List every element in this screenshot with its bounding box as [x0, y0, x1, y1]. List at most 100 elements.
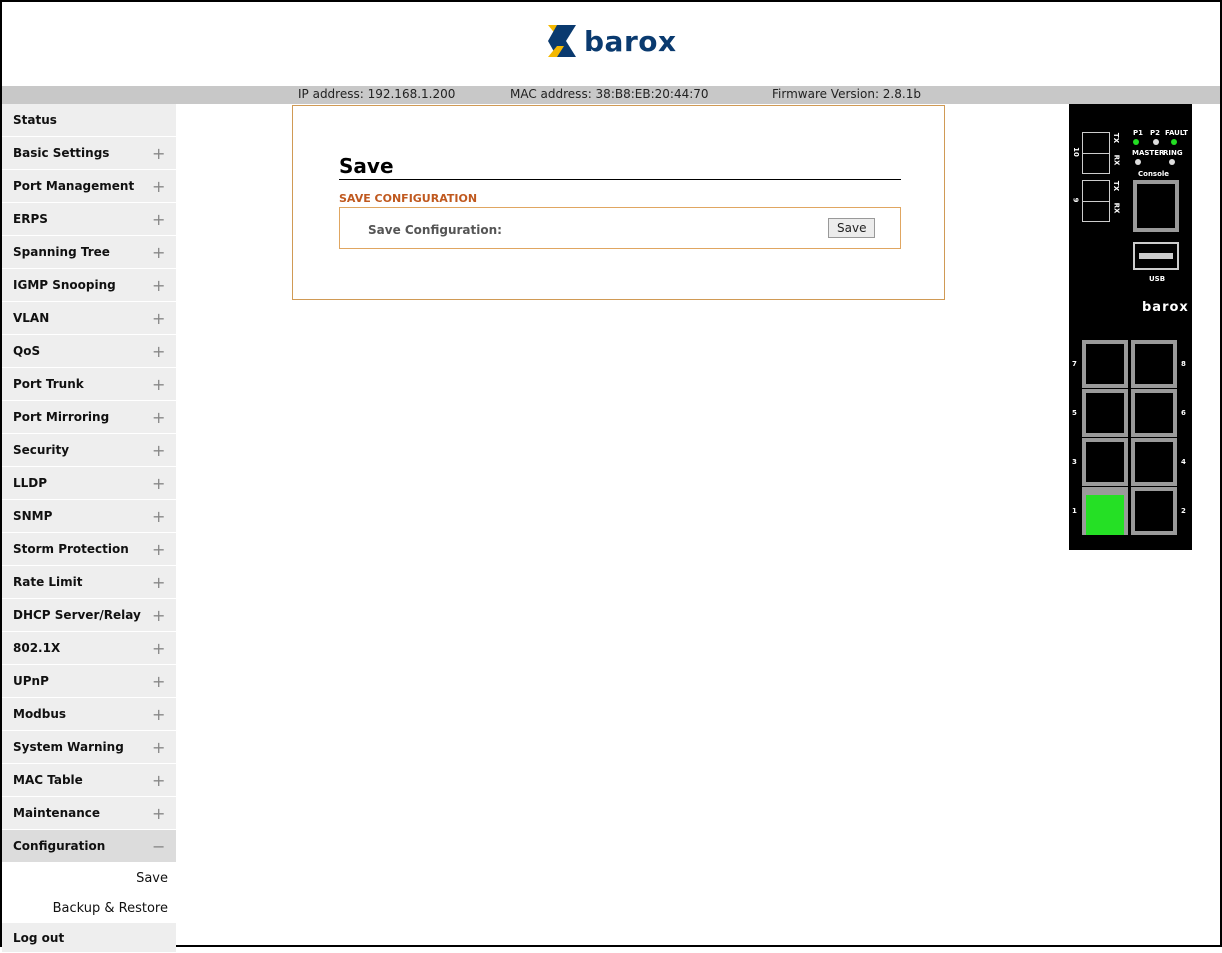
sfp-port-10[interactable] — [1082, 132, 1110, 174]
expand-icon[interactable]: + — [152, 210, 165, 229]
port-5[interactable] — [1082, 389, 1128, 437]
logout-label: Log out — [13, 930, 65, 945]
expand-icon[interactable]: + — [152, 771, 165, 790]
save-button[interactable]: Save — [828, 218, 876, 238]
port-number-5: 5 — [1072, 409, 1077, 417]
sidebar-item-lldp[interactable]: LLDP + — [2, 467, 176, 500]
sidebar-subitem-save[interactable]: Save — [2, 863, 176, 893]
led-label-p2: P2 — [1150, 129, 1161, 137]
console-label: Console — [1138, 170, 1170, 178]
expand-icon[interactable]: + — [152, 639, 165, 658]
sidebar-item-label: SNMP — [13, 509, 53, 523]
sidebar-item-port-mirroring[interactable]: Port Mirroring + — [2, 401, 176, 434]
save-config-box: Save Configuration: Save — [339, 207, 901, 249]
device-front-panel: 10 9 TX RX TX RX P1 P2 FAULT MASTER RING… — [1069, 104, 1192, 550]
sidebar-item-label: 802.1X — [13, 641, 61, 655]
expand-icon[interactable]: + — [152, 606, 165, 625]
sidebar-item-label: System Warning — [13, 740, 124, 754]
sidebar-item-label: MAC Table — [13, 773, 83, 787]
expand-icon[interactable]: + — [152, 177, 165, 196]
sidebar-item-configuration[interactable]: Configuration − — [2, 830, 176, 863]
expand-icon[interactable]: + — [152, 144, 165, 163]
sidebar-item-dhcp-server-relay[interactable]: DHCP Server/Relay + — [2, 599, 176, 632]
port-number-7: 7 — [1072, 360, 1077, 368]
port-6[interactable] — [1131, 389, 1177, 437]
sidebar-item-label: Status — [13, 113, 57, 127]
port-number-4: 4 — [1181, 458, 1186, 466]
barox-x-icon — [548, 25, 576, 57]
device-info-bar: IP address: 192.168.1.200 MAC address: 3… — [2, 86, 1220, 104]
sidebar-item-igmp-snooping[interactable]: IGMP Snooping + — [2, 269, 176, 302]
expand-icon[interactable]: + — [152, 342, 165, 361]
title-divider — [339, 179, 901, 180]
port-1[interactable] — [1082, 487, 1128, 535]
sidebar-item-802-1x[interactable]: 802.1X + — [2, 632, 176, 665]
expand-icon[interactable]: + — [152, 309, 165, 328]
sidebar-item-qos[interactable]: QoS + — [2, 335, 176, 368]
sidebar-item-spanning-tree[interactable]: Spanning Tree + — [2, 236, 176, 269]
sidebar-item-label: Port Mirroring — [13, 410, 110, 424]
expand-icon[interactable]: + — [152, 375, 165, 394]
port-7[interactable] — [1082, 340, 1128, 388]
sidebar-item-label: Port Management — [13, 179, 135, 193]
led-label-p1: P1 — [1133, 129, 1144, 137]
port-3[interactable] — [1082, 438, 1128, 486]
expand-icon[interactable]: + — [152, 243, 165, 262]
expand-icon[interactable]: + — [152, 672, 165, 691]
sidebar-item-system-warning[interactable]: System Warning + — [2, 731, 176, 764]
sidebar-item-rate-limit[interactable]: Rate Limit + — [2, 566, 176, 599]
expand-icon[interactable]: + — [152, 276, 165, 295]
sidebar-item-snmp[interactable]: SNMP + — [2, 500, 176, 533]
led-ring — [1169, 159, 1175, 165]
header: barox — [0, 0, 1222, 86]
sidebar-item-modbus[interactable]: Modbus + — [2, 698, 176, 731]
led-fault — [1171, 139, 1177, 145]
led-label-ring: RING — [1163, 149, 1183, 157]
sidebar-item-upnp[interactable]: UPnP + — [2, 665, 176, 698]
expand-icon[interactable]: + — [152, 441, 165, 460]
led-p2 — [1153, 139, 1159, 145]
collapse-icon[interactable]: − — [152, 837, 165, 856]
sidebar-item-vlan[interactable]: VLAN + — [2, 302, 176, 335]
sidebar-item-security[interactable]: Security + — [2, 434, 176, 467]
console-port[interactable] — [1133, 180, 1179, 232]
expand-icon[interactable]: + — [152, 507, 165, 526]
sidebar-subitem-backup-restore[interactable]: Backup & Restore — [2, 893, 176, 923]
sidebar-item-port-management[interactable]: Port Management + — [2, 170, 176, 203]
expand-icon[interactable]: + — [152, 540, 165, 559]
sfp-number-10: 10 — [1071, 147, 1080, 157]
port-number-8: 8 — [1181, 360, 1186, 368]
sidebar-item-label: Maintenance — [13, 806, 101, 820]
sidebar-item-status[interactable]: Status — [2, 104, 176, 137]
port-8[interactable] — [1131, 340, 1177, 388]
usb-port[interactable] — [1133, 242, 1179, 270]
sidebar-item-erps[interactable]: ERPS + — [2, 203, 176, 236]
sidebar-item-maintenance[interactable]: Maintenance + — [2, 797, 176, 830]
expand-icon[interactable]: + — [152, 705, 165, 724]
sfp-number-9: 9 — [1071, 197, 1080, 203]
expand-icon[interactable]: + — [152, 474, 165, 493]
sidebar-item-mac-table[interactable]: MAC Table + — [2, 764, 176, 797]
sidebar-item-port-trunk[interactable]: Port Trunk + — [2, 368, 176, 401]
sidebar-item-label: Security — [13, 443, 70, 457]
led-label-master: MASTER — [1132, 149, 1165, 157]
sidebar-item-basic-settings[interactable]: Basic Settings + — [2, 137, 176, 170]
led-p1 — [1133, 139, 1139, 145]
expand-icon[interactable]: + — [152, 573, 165, 592]
expand-icon[interactable]: + — [152, 738, 165, 757]
port-4[interactable] — [1131, 438, 1177, 486]
port-2[interactable] — [1131, 487, 1177, 535]
content-panel: Save SAVE CONFIGURATION Save Configurati… — [292, 105, 945, 300]
section-heading: SAVE CONFIGURATION — [339, 192, 478, 205]
sidebar-item-label: Rate Limit — [13, 575, 83, 589]
sidebar-item-label: Configuration — [13, 839, 106, 853]
port-number-6: 6 — [1181, 409, 1186, 417]
mac-address: MAC address: 38:B8:EB:20:44:70 — [510, 87, 709, 101]
sidebar-item-storm-protection[interactable]: Storm Protection + — [2, 533, 176, 566]
led-label-fault: FAULT — [1165, 129, 1188, 137]
expand-icon[interactable]: + — [152, 804, 165, 823]
expand-icon[interactable]: + — [152, 408, 165, 427]
logout-link[interactable]: Log out — [2, 923, 176, 953]
usb-label: USB — [1149, 275, 1166, 283]
sfp-port-9[interactable] — [1082, 180, 1110, 222]
